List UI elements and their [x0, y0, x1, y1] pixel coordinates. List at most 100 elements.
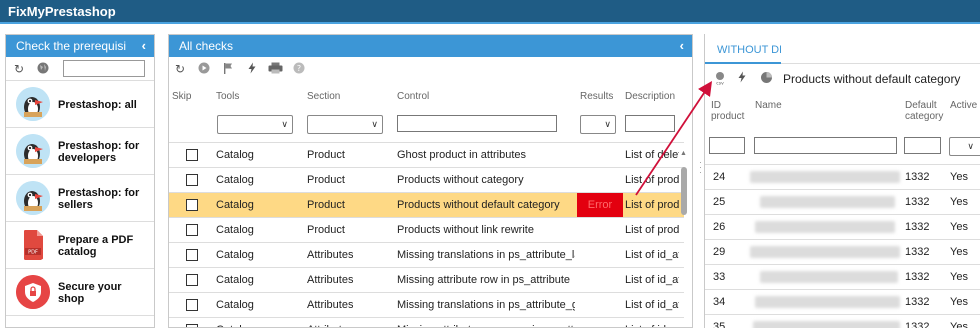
collapse-chevron-icon[interactable]: ‹	[142, 35, 146, 57]
svg-text:PDF: PDF	[28, 250, 38, 256]
col-header-section: Section	[307, 91, 341, 102]
menu-item-prestashop-sellers[interactable]: Prestashop: for sellers	[6, 175, 154, 222]
prerequisites-header[interactable]: Check the prerequisi ‹	[6, 35, 154, 57]
description-cell: List of produ	[625, 174, 679, 186]
section-cell: Attributes	[307, 249, 354, 261]
menu-item-prestashop-developers[interactable]: Prestashop: for developers	[6, 128, 154, 175]
panel-resize-handle[interactable]: · · ·	[699, 158, 702, 177]
category-cell: 1332	[905, 271, 930, 283]
skip-checkbox[interactable]	[186, 274, 198, 286]
puffin-logo-icon	[16, 87, 50, 121]
table-row[interactable]: Catalog Product Products without categor…	[169, 167, 684, 192]
table-row[interactable]: 25 1332 Yes	[705, 189, 980, 214]
table-row[interactable]: Catalog Product Ghost product in attribu…	[169, 142, 684, 167]
tools-filter-select[interactable]: ∨	[217, 115, 293, 134]
table-row[interactable]: Catalog Attributes Missing translations …	[169, 242, 684, 267]
help-icon[interactable]: ?	[292, 62, 306, 76]
tools-cell: Catalog	[216, 149, 254, 161]
table-row[interactable]: 33 1332 Yes	[705, 264, 980, 289]
skip-checkbox[interactable]	[186, 199, 198, 211]
name-cell-blurred	[750, 171, 900, 183]
name-filter-input[interactable]	[754, 137, 897, 154]
refresh-icon[interactable]: ↻	[12, 62, 26, 76]
table-row[interactable]: 34 1332 Yes	[705, 289, 980, 314]
control-cell: Products without category	[397, 174, 524, 186]
tools-cell: Catalog	[216, 249, 254, 261]
all-checks-title: All checks	[179, 39, 234, 53]
name-cell-blurred	[760, 271, 898, 283]
skip-checkbox[interactable]	[186, 149, 198, 161]
name-cell-blurred	[755, 296, 900, 308]
col-header-description: Description	[625, 91, 676, 102]
description-filter-input[interactable]	[625, 115, 675, 132]
id-cell: 26	[713, 221, 726, 233]
col-header-id-product: ID product	[711, 100, 745, 122]
skip-checkbox[interactable]	[186, 324, 198, 327]
checks-scrollbar[interactable]: ▲	[679, 142, 689, 327]
table-row[interactable]: 35 1332 Yes	[705, 314, 980, 328]
skip-checkbox[interactable]	[186, 224, 198, 236]
svg-text:?: ?	[297, 64, 301, 73]
scrollbar-thumb[interactable]	[681, 167, 687, 215]
refresh-icon[interactable]: ↻	[173, 62, 187, 76]
chevron-down-icon: ∨	[281, 119, 288, 129]
id-cell: 24	[713, 171, 726, 183]
category-filter-input[interactable]	[904, 137, 941, 154]
section-cell: Attributes	[307, 299, 354, 311]
csv-export-icon[interactable]: csv	[713, 71, 727, 87]
name-cell-blurred	[755, 221, 895, 233]
table-row[interactable]: Catalog Attributes Missing translations …	[169, 292, 684, 317]
control-cell: Missing attribute group row in ps_attrib	[397, 318, 575, 327]
menu-item-prestashop-all[interactable]: Prestashop: all	[6, 81, 154, 128]
collapse-chevron-icon[interactable]: ‹	[680, 35, 684, 57]
tools-cell: Catalog	[216, 174, 254, 186]
col-header-control: Control	[397, 91, 430, 102]
skip-checkbox[interactable]	[186, 174, 198, 186]
tools-cell: Catalog	[216, 199, 254, 211]
id-cell: 34	[713, 296, 726, 308]
table-row[interactable]: Catalog Attributes Missing attribute gro…	[169, 317, 684, 327]
description-cell: List of delet	[625, 149, 679, 161]
skip-checkbox[interactable]	[186, 249, 198, 261]
globe-icon[interactable]	[36, 62, 50, 76]
table-row[interactable]: Catalog Product Products without link re…	[169, 217, 684, 242]
table-row-selected[interactable]: Catalog Product Products without default…	[169, 192, 684, 217]
id-filter-input[interactable]	[709, 137, 745, 154]
table-row[interactable]: Catalog Attributes Missing attribute row…	[169, 267, 684, 292]
pie-chart-icon[interactable]	[759, 71, 773, 85]
results-filter-select[interactable]: ∨	[580, 115, 616, 134]
all-checks-panel: All checks ‹ ↻ ? Skip Tools Section Cont…	[168, 34, 693, 328]
control-filter-input[interactable]	[397, 115, 557, 132]
control-cell: Missing translations in ps_attribute_grc	[397, 299, 575, 311]
skip-checkbox[interactable]	[186, 299, 198, 311]
result-title: Products without default category	[783, 72, 961, 86]
all-checks-header[interactable]: All checks ‹	[169, 35, 692, 57]
table-row[interactable]: 26 1332 Yes	[705, 214, 980, 239]
table-row[interactable]: 24 1332 Yes	[705, 164, 980, 189]
play-icon[interactable]	[197, 62, 211, 76]
result-tabs: WITHOUT DE	[705, 34, 980, 64]
category-cell: 1332	[905, 221, 930, 233]
scroll-up-arrow-icon[interactable]: ▲	[680, 150, 687, 157]
menu-item-secure-shop[interactable]: Secure your shop	[6, 269, 154, 316]
active-filter-select[interactable]: ∨	[949, 137, 980, 156]
shield-lock-icon	[16, 275, 50, 309]
table-row[interactable]: 29 1332 Yes	[705, 239, 980, 264]
description-cell: List of produ	[625, 224, 679, 236]
prerequisites-search-input[interactable]	[63, 60, 145, 77]
section-cell: Attributes	[307, 318, 353, 327]
checks-toolbar: ↻ ?	[169, 57, 692, 79]
lightning-icon[interactable]	[735, 71, 749, 85]
section-filter-select[interactable]: ∨	[307, 115, 383, 134]
lightning-icon[interactable]	[245, 62, 259, 76]
puffin-logo-icon	[16, 134, 50, 168]
print-icon[interactable]	[267, 62, 283, 76]
control-cell: Products without default category	[397, 199, 560, 211]
col-header-name: Name	[755, 100, 782, 111]
flag-icon[interactable]	[221, 62, 235, 76]
menu-item-pdf-catalog[interactable]: PDF Prepare a PDF catalog	[6, 222, 154, 269]
category-cell: 1332	[905, 246, 930, 258]
active-cell: Yes	[950, 271, 968, 283]
category-cell: 1332	[905, 196, 930, 208]
tab-without-default-category[interactable]: WITHOUT DE	[705, 34, 781, 64]
